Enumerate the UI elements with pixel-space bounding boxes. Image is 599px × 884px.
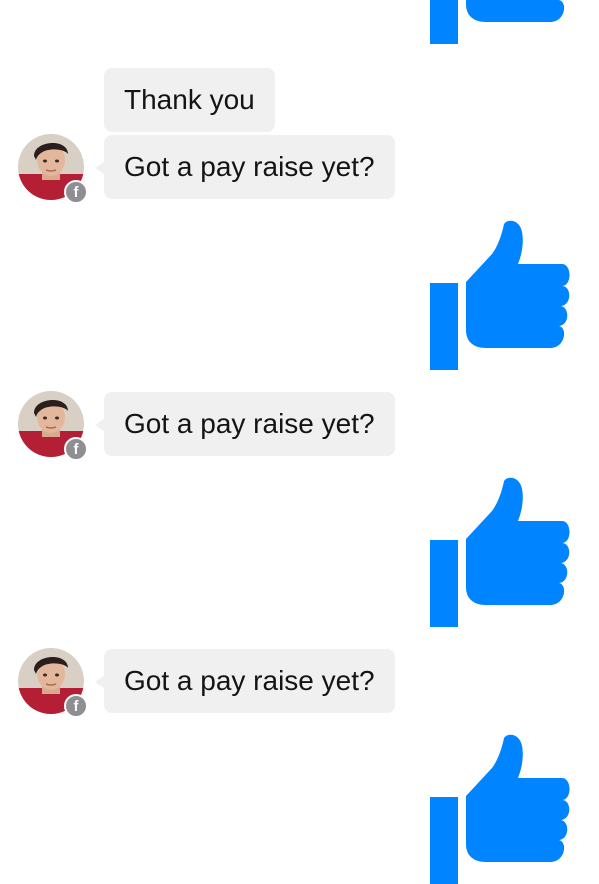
contact-avatar[interactable]: f [18,648,88,718]
thumbs-up-icon [430,734,570,884]
like-message[interactable] [430,0,570,44]
contact-avatar[interactable]: f [18,391,88,461]
facebook-icon: f [64,694,88,718]
message-text: Got a pay raise yet? [124,665,375,696]
message-bubble[interactable]: Got a pay raise yet? [95,135,395,199]
like-message[interactable] [430,734,570,884]
message-text: Got a pay raise yet? [124,151,375,182]
contact-avatar[interactable]: f [18,134,88,204]
like-message[interactable] [430,220,570,370]
like-message[interactable] [430,477,570,627]
thumbs-up-icon [430,0,570,44]
message-bubble[interactable]: Thank you [104,68,275,132]
message-thread: Thank you Got a pay raise yet? f Got a p… [0,0,599,832]
message-bubble[interactable]: Got a pay raise yet? [95,649,395,713]
thumbs-up-icon [430,477,570,627]
facebook-icon: f [64,180,88,204]
message-bubble[interactable]: Got a pay raise yet? [95,392,395,456]
message-text: Got a pay raise yet? [124,408,375,439]
facebook-icon: f [64,437,88,461]
message-text: Thank you [124,84,255,115]
thumbs-up-icon [430,220,570,370]
